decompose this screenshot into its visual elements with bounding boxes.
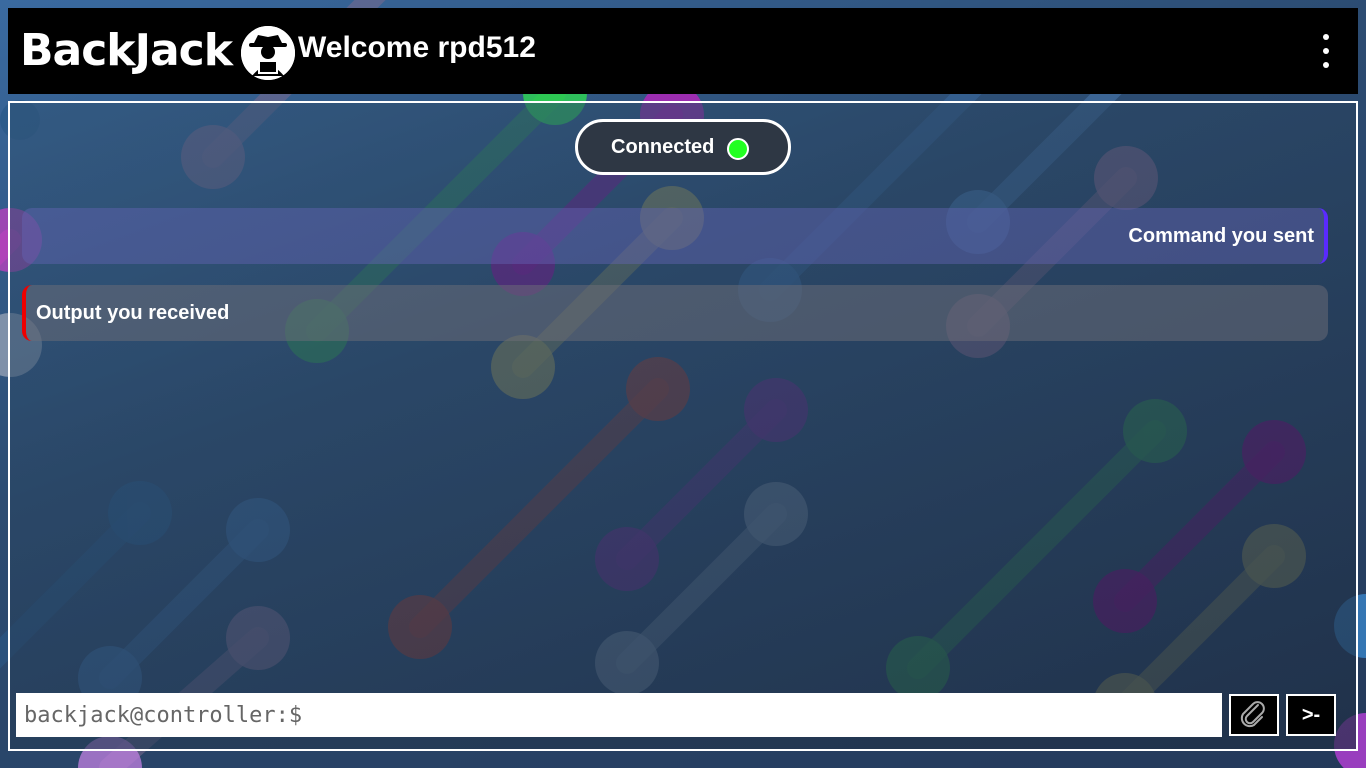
- command-input[interactable]: [16, 693, 1222, 737]
- send-button[interactable]: >-: [1286, 694, 1336, 736]
- app-title: BackJack: [20, 25, 233, 76]
- paperclip-icon: [1240, 701, 1265, 728]
- attach-button[interactable]: [1229, 694, 1279, 736]
- sent-message: Command you sent: [22, 208, 1328, 264]
- spy-hacker-icon: [241, 26, 295, 80]
- vertical-dots-icon[interactable]: [1318, 30, 1334, 74]
- received-message: Output you received: [22, 285, 1328, 341]
- connection-status: Connected: [575, 119, 791, 175]
- app-header: BackJack Welcome rpd512: [8, 8, 1358, 94]
- console-panel: Connected Command you sent Output you re…: [8, 101, 1358, 751]
- status-indicator: [727, 138, 749, 160]
- status-label: Connected: [611, 136, 715, 158]
- welcome-text: Welcome rpd512: [298, 31, 536, 64]
